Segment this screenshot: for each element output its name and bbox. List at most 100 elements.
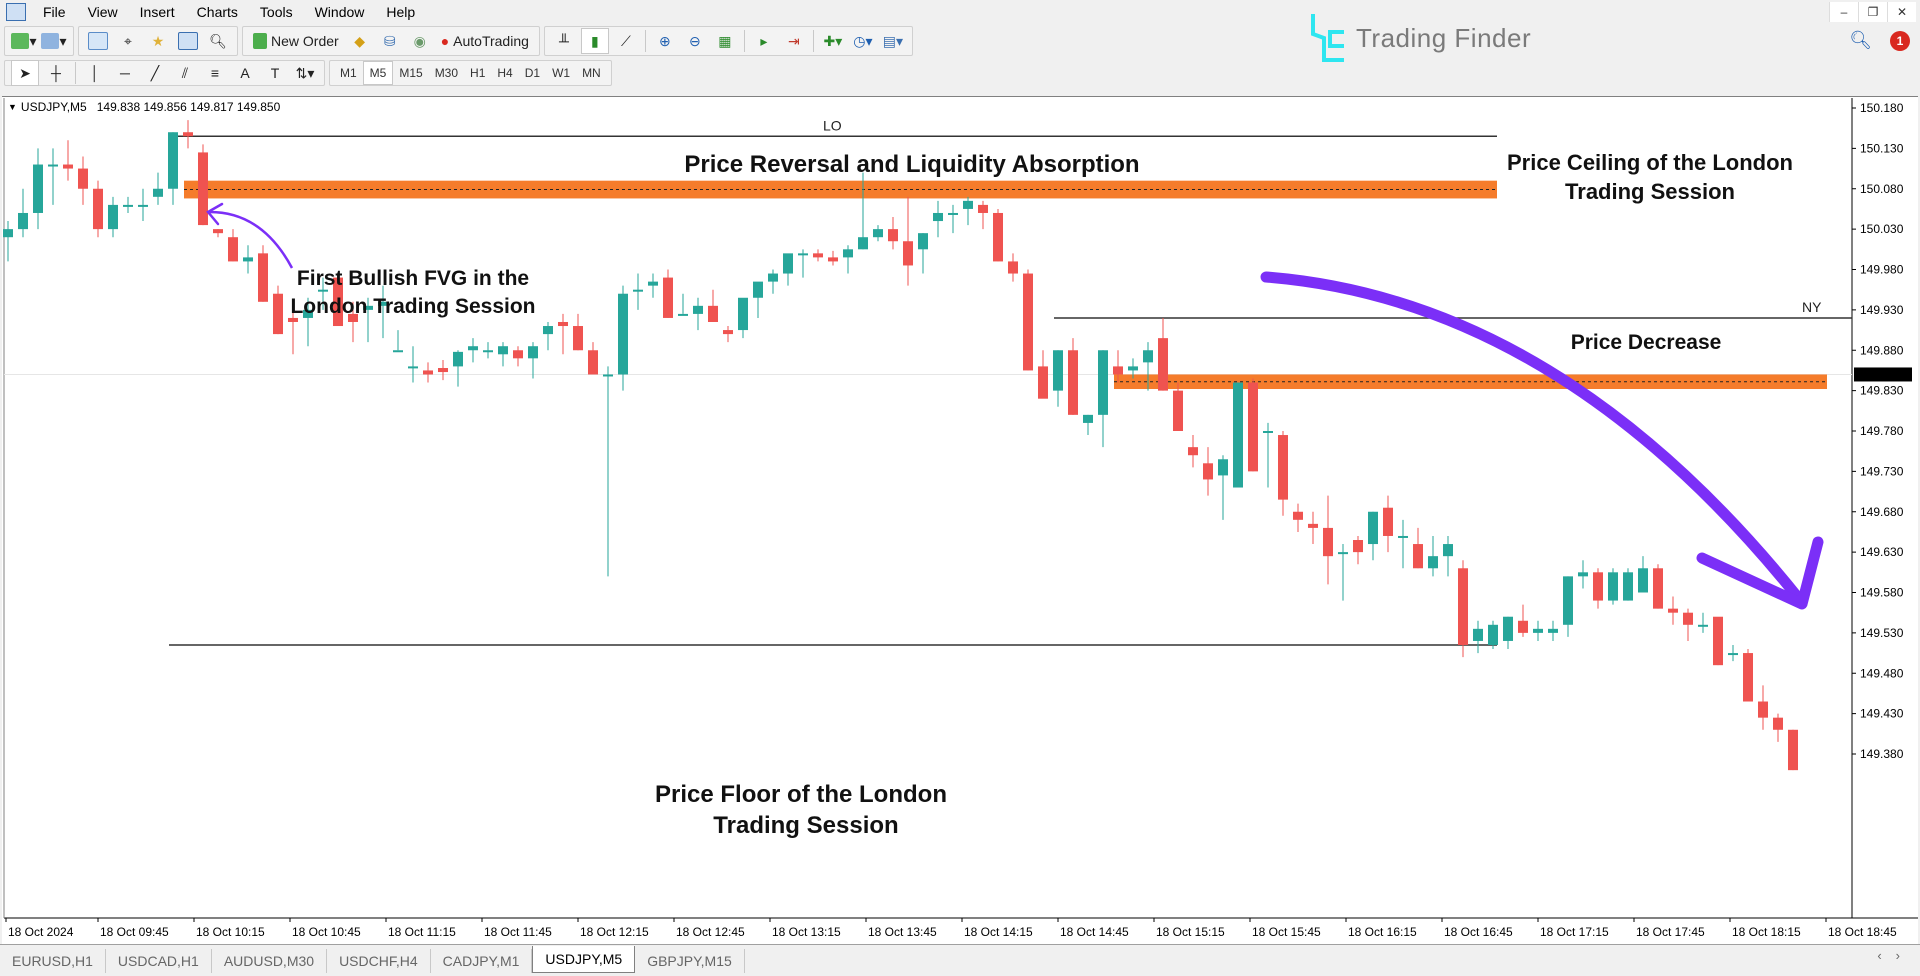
candle-bull xyxy=(1578,572,1588,577)
candle-bear xyxy=(288,317,298,322)
tab-cadjpy-m1[interactable]: CADJPY,M1 xyxy=(431,949,533,973)
price-tick-label: 149.580 xyxy=(1860,586,1904,600)
tab-eurusd-h1[interactable]: EURUSD,H1 xyxy=(0,949,106,973)
candle-bull xyxy=(1488,624,1498,645)
candle-bull xyxy=(768,273,778,282)
annotation-fvg-line1: First Bullish FVG in the xyxy=(297,267,529,290)
candle-bull xyxy=(393,350,403,353)
candle-bear xyxy=(573,326,583,351)
tab-usdchf-h4[interactable]: USDCHF,H4 xyxy=(327,949,431,973)
candle-bear xyxy=(183,132,193,137)
tab-gbpjpy-m15[interactable]: GBPJPY,M15 xyxy=(635,949,745,973)
time-tick-label: 18 Oct 11:15 xyxy=(388,925,456,939)
candle-bull xyxy=(918,233,928,250)
candle-bear xyxy=(828,257,838,262)
candle-bear xyxy=(258,253,268,302)
candle-bear xyxy=(588,350,598,375)
price-tick-label: 149.530 xyxy=(1860,626,1904,640)
candle-bear xyxy=(423,370,433,375)
price-tick-label: 149.980 xyxy=(1860,263,1904,277)
time-tick-label: 18 Oct 14:45 xyxy=(1060,925,1129,939)
candle-bull xyxy=(1503,616,1513,641)
candle-bear xyxy=(1203,463,1213,480)
candle-bear xyxy=(1383,507,1393,536)
candle-bull xyxy=(1083,414,1093,423)
price-tick-label: 149.680 xyxy=(1860,505,1904,519)
tab-usdjpy-m5[interactable]: USDJPY,M5 xyxy=(532,946,636,973)
candle-bear xyxy=(888,229,898,242)
candle-bear xyxy=(438,368,448,373)
candle-bear xyxy=(1113,366,1123,375)
candle-bull xyxy=(528,346,538,359)
candle-bull xyxy=(1728,653,1738,656)
candle-bull xyxy=(1623,572,1633,601)
candle-bull xyxy=(1368,511,1378,545)
annotation-price-decrease: Price Decrease xyxy=(1571,331,1722,354)
time-tick-label: 18 Oct 16:45 xyxy=(1444,925,1513,939)
time-tick-label: 18 Oct 2024 xyxy=(8,925,74,939)
candle-bull xyxy=(873,229,883,238)
candle-bear xyxy=(1293,511,1303,520)
candle-bull xyxy=(603,374,613,377)
candle-bear xyxy=(1683,612,1693,625)
price-tick-label: 149.880 xyxy=(1860,343,1904,357)
tab-scroll-left-icon[interactable]: ‹ xyxy=(1877,948,1881,963)
candle-bear xyxy=(1038,366,1048,399)
candle-bear xyxy=(978,204,988,213)
candle-bear xyxy=(1458,568,1468,645)
candle-bear xyxy=(1758,701,1768,718)
candle-bull xyxy=(108,204,118,230)
candle-bear xyxy=(903,241,913,266)
candle-bear xyxy=(993,212,1003,262)
candle-bear xyxy=(1413,544,1423,569)
candle-bull xyxy=(618,293,628,375)
time-tick-label: 18 Oct 12:15 xyxy=(580,925,649,939)
candle-bear xyxy=(1668,608,1678,613)
chart-menu-arrow-icon[interactable]: ▼ xyxy=(8,102,17,112)
time-tick-label: 18 Oct 15:15 xyxy=(1156,925,1225,939)
price-tick-label: 150.130 xyxy=(1860,141,1904,155)
candle-bull xyxy=(933,212,943,222)
candle-bull xyxy=(483,350,493,353)
candle-bull xyxy=(633,289,643,292)
candle-bear xyxy=(1323,527,1333,557)
candle-bull xyxy=(738,297,748,331)
candle-bull xyxy=(1638,568,1648,593)
candle-bear xyxy=(63,164,73,169)
candle-bull xyxy=(678,313,688,316)
time-tick-label: 18 Oct 13:45 xyxy=(868,925,937,939)
price-chart[interactable]: 150.180 150.130 150.080 150.030 149.980 149.9… xyxy=(0,0,1920,976)
candle-bull xyxy=(1053,350,1063,391)
time-tick-label: 18 Oct 18:15 xyxy=(1732,925,1801,939)
candle-bear xyxy=(1158,338,1168,391)
candle-bear xyxy=(1518,620,1528,633)
price-tick-label: 149.480 xyxy=(1860,666,1904,680)
candle-bull xyxy=(1608,572,1618,601)
current-price-label: 149.850 xyxy=(1858,367,1902,381)
candle-bull xyxy=(1143,350,1153,363)
candle-bear xyxy=(1173,390,1183,431)
candle-bear xyxy=(1788,729,1798,771)
candle-bull xyxy=(1398,535,1408,538)
tab-usdcad-h1[interactable]: USDCAD,H1 xyxy=(106,949,212,973)
candle-bear xyxy=(513,350,523,359)
candle-bear xyxy=(708,305,718,322)
candle-bull xyxy=(783,253,793,274)
candle-bear xyxy=(1023,273,1033,371)
tab-audusd-m30[interactable]: AUDUSD,M30 xyxy=(212,949,328,973)
chart-ohlc: 149.838 149.856 149.817 149.850 xyxy=(96,100,281,114)
session-label-ny: NY xyxy=(1802,299,1822,315)
time-tick-label: 18 Oct 14:15 xyxy=(964,925,1033,939)
tab-scroll-right-icon[interactable]: › xyxy=(1896,948,1900,963)
price-tick-label: 149.630 xyxy=(1860,545,1904,559)
candle-bear xyxy=(558,321,568,327)
candle-bull xyxy=(1443,544,1453,557)
price-tick-label: 150.080 xyxy=(1860,182,1904,196)
time-tick-label: 18 Oct 10:15 xyxy=(196,925,265,939)
candle-bear xyxy=(1188,447,1198,456)
candle-bear xyxy=(1653,568,1663,609)
candle-bear xyxy=(1278,435,1288,500)
time-tick-label: 18 Oct 17:15 xyxy=(1540,925,1609,939)
session-label-lo: LO xyxy=(823,117,842,133)
candle-bull xyxy=(1338,552,1348,555)
